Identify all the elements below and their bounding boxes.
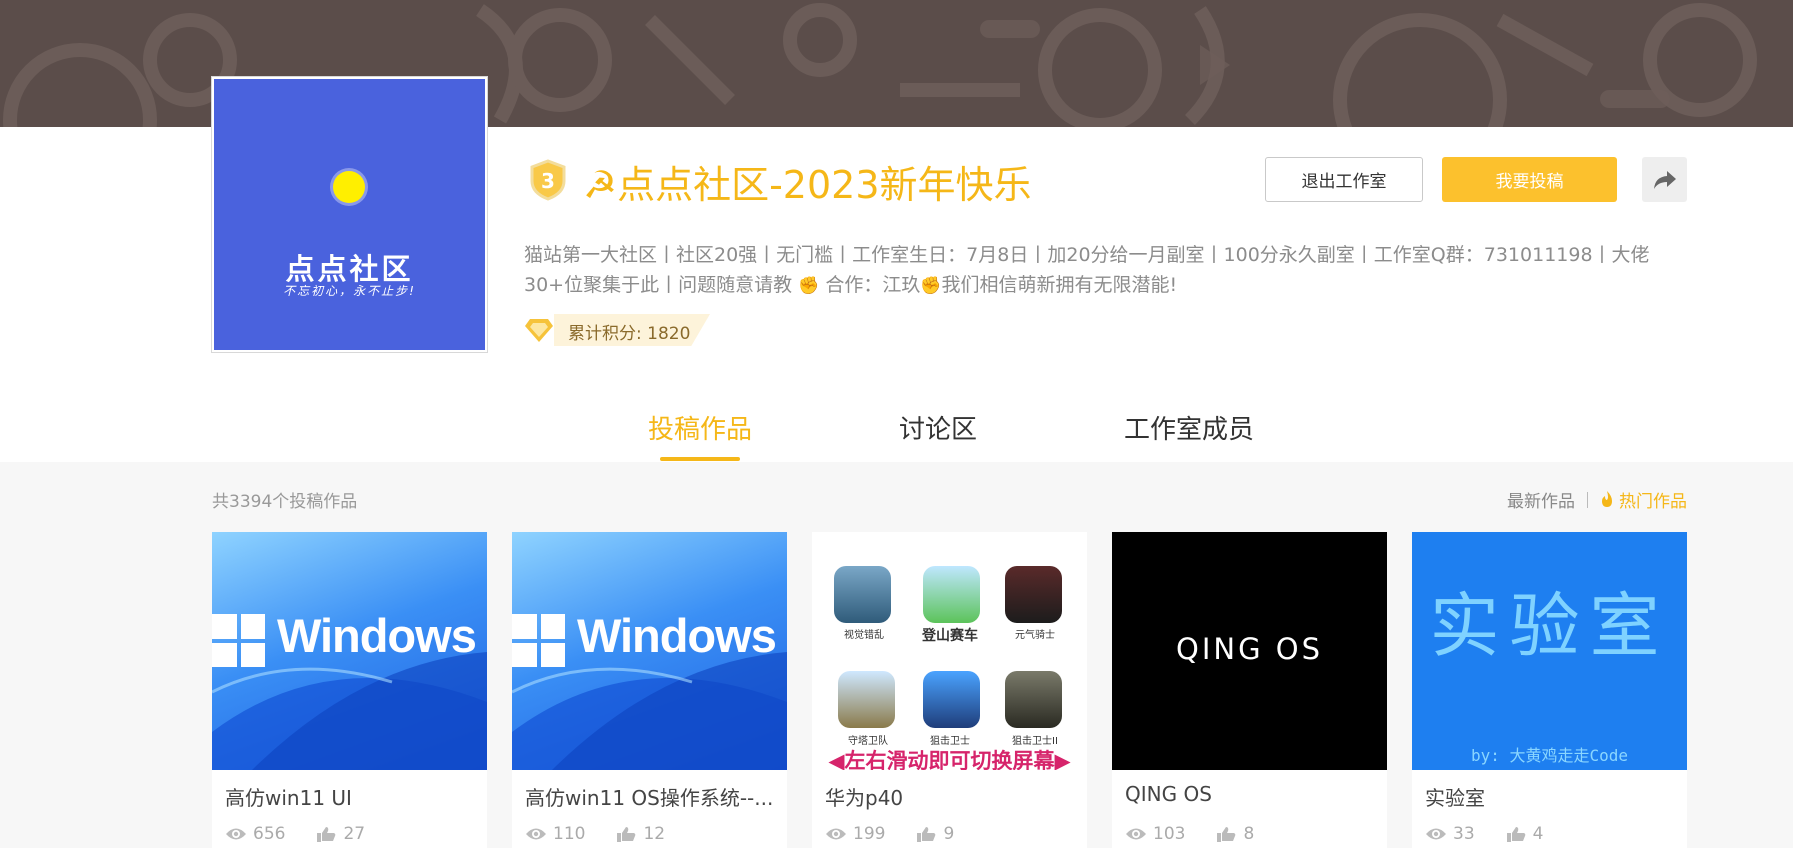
tab-submissions[interactable]: 投稿作品 (648, 409, 752, 446)
swipe-hint: ◀左右滑动即可切换屏幕▶ (828, 749, 1071, 770)
points-badge: 累计积分: 1820 (524, 314, 710, 346)
thumbnail-author: by: 大黄鸡走走Code (1470, 746, 1629, 765)
studio-title-symbol: ☭ (583, 163, 618, 207)
work-stats: 656 27 (225, 824, 365, 844)
views-count: 110 (553, 824, 586, 844)
level-badge-icon: 3 (527, 159, 569, 201)
active-tab-underline (660, 457, 740, 461)
thumbnail-text: QING OS (1176, 632, 1323, 666)
work-title[interactable]: 华为p40 (825, 782, 1075, 811)
thumbs-up-icon (1506, 827, 1525, 842)
thumbnail-text: Windows 11 (577, 609, 787, 662)
work-card[interactable]: Windows 11 高仿win11 UI 656 27 (212, 532, 487, 848)
thumbnail-text: 实验室 (1429, 585, 1670, 667)
work-title[interactable]: QING OS (1125, 782, 1375, 806)
description-text-3: 我们相信萌新拥有无限潜能! (941, 274, 1178, 296)
eye-icon (1426, 828, 1446, 840)
work-thumbnail: Windows 11 (512, 532, 787, 770)
tab-members[interactable]: 工作室成员 (1124, 409, 1254, 446)
likes-count: 4 (1532, 824, 1544, 844)
level-number: 3 (541, 169, 555, 193)
work-title[interactable]: 高仿win11 OS操作系统--... (525, 782, 775, 811)
likes-count: 9 (943, 824, 955, 844)
sort-divider (1587, 491, 1588, 508)
thumbs-up-icon (317, 827, 336, 842)
studio-avatar: 点点社区 不忘初心，永不止步! (212, 77, 487, 352)
eye-icon (526, 828, 546, 840)
game-app-icon (834, 566, 891, 623)
game-app-icon (1005, 566, 1062, 623)
game-app-icon (923, 566, 980, 623)
work-stats: 110 12 (525, 824, 665, 844)
share-button[interactable] (1642, 157, 1687, 202)
work-thumbnail: 视觉错乱 登山赛车 元气骑士 守塔卫队 狙击卫士 狙击卫士II ◀左右滑动即可切… (812, 532, 1087, 770)
work-thumbnail: Windows 11 (212, 532, 487, 770)
views-count: 33 (1453, 824, 1475, 844)
work-card[interactable]: Windows 11 高仿win11 OS操作系统--... 110 12 (512, 532, 787, 848)
studio-title-text: 点点社区-2023新年快乐 (617, 163, 1032, 207)
exit-studio-button[interactable]: 退出工作室 (1265, 157, 1423, 202)
avatar-yellow-dot (333, 171, 365, 203)
studio-description: 猫站第一大社区丨社区20强丨无门槛丨工作室生日：7月8日丨加20分给一月副室丨1… (524, 240, 1689, 301)
points-label: 累计积分: 1820 (568, 324, 691, 344)
sort-options: 最新作品 热门作品 (1507, 487, 1687, 512)
work-card[interactable]: 视觉错乱 登山赛车 元气骑士 守塔卫队 狙击卫士 狙击卫士II ◀左右滑动即可切… (812, 532, 1087, 848)
sort-hot[interactable]: 热门作品 (1600, 487, 1687, 512)
thumbnail-text: Windows 11 (277, 609, 487, 662)
thumbs-up-icon (917, 827, 936, 842)
views-count: 199 (853, 824, 886, 844)
work-title[interactable]: 高仿win11 UI (225, 782, 475, 811)
sort-hot-label: 热门作品 (1619, 492, 1687, 512)
game-app-icon (923, 671, 980, 728)
views-count: 656 (253, 824, 286, 844)
likes-count: 8 (1243, 824, 1255, 844)
likes-count: 12 (643, 824, 666, 844)
work-stats: 199 9 (825, 824, 954, 844)
works-count: 共3394个投稿作品 (212, 492, 358, 512)
handshake-icon: ✊ (798, 276, 820, 296)
views-count: 103 (1153, 824, 1186, 844)
work-title[interactable]: 实验室 (1425, 782, 1675, 811)
studio-title: ☭点点社区-2023新年快乐 (583, 154, 1032, 209)
share-icon (1653, 170, 1676, 189)
eye-icon (226, 828, 246, 840)
eye-icon (826, 828, 846, 840)
flame-icon (1602, 491, 1612, 507)
eye-icon (1126, 828, 1146, 840)
work-stats: 103 8 (1125, 824, 1254, 844)
game-label: 元气骑士 (1015, 630, 1055, 641)
game-label: 登山赛车 (922, 628, 978, 644)
description-text-2: 合作：江玖 (825, 274, 921, 296)
work-card[interactable]: 实验室 by: 大黄鸡走走Code 实验室 33 4 (1412, 532, 1687, 848)
likes-count: 27 (343, 824, 366, 844)
avatar-subtitle: 不忘初心，永不止步! (283, 284, 416, 298)
thumbs-up-icon (617, 827, 636, 842)
windows-logo-icon (212, 614, 265, 667)
work-stats: 33 4 (1425, 824, 1543, 844)
game-app-icon (1005, 671, 1062, 728)
windows-logo-icon (512, 614, 565, 667)
game-label: 视觉错乱 (844, 630, 884, 641)
diamond-icon (525, 319, 553, 342)
handshake-icon: ✊ (920, 276, 942, 296)
thumbs-up-icon (1217, 827, 1236, 842)
sort-newest[interactable]: 最新作品 (1507, 487, 1575, 512)
work-card[interactable]: QING OS QING OS 103 8 (1112, 532, 1387, 848)
submit-work-button[interactable]: 我要投稿 (1442, 157, 1617, 202)
work-thumbnail: 实验室 by: 大黄鸡走走Code (1412, 532, 1687, 770)
tab-discussion[interactable]: 讨论区 (899, 409, 977, 446)
game-app-icon (838, 671, 895, 728)
work-thumbnail: QING OS (1112, 532, 1387, 770)
